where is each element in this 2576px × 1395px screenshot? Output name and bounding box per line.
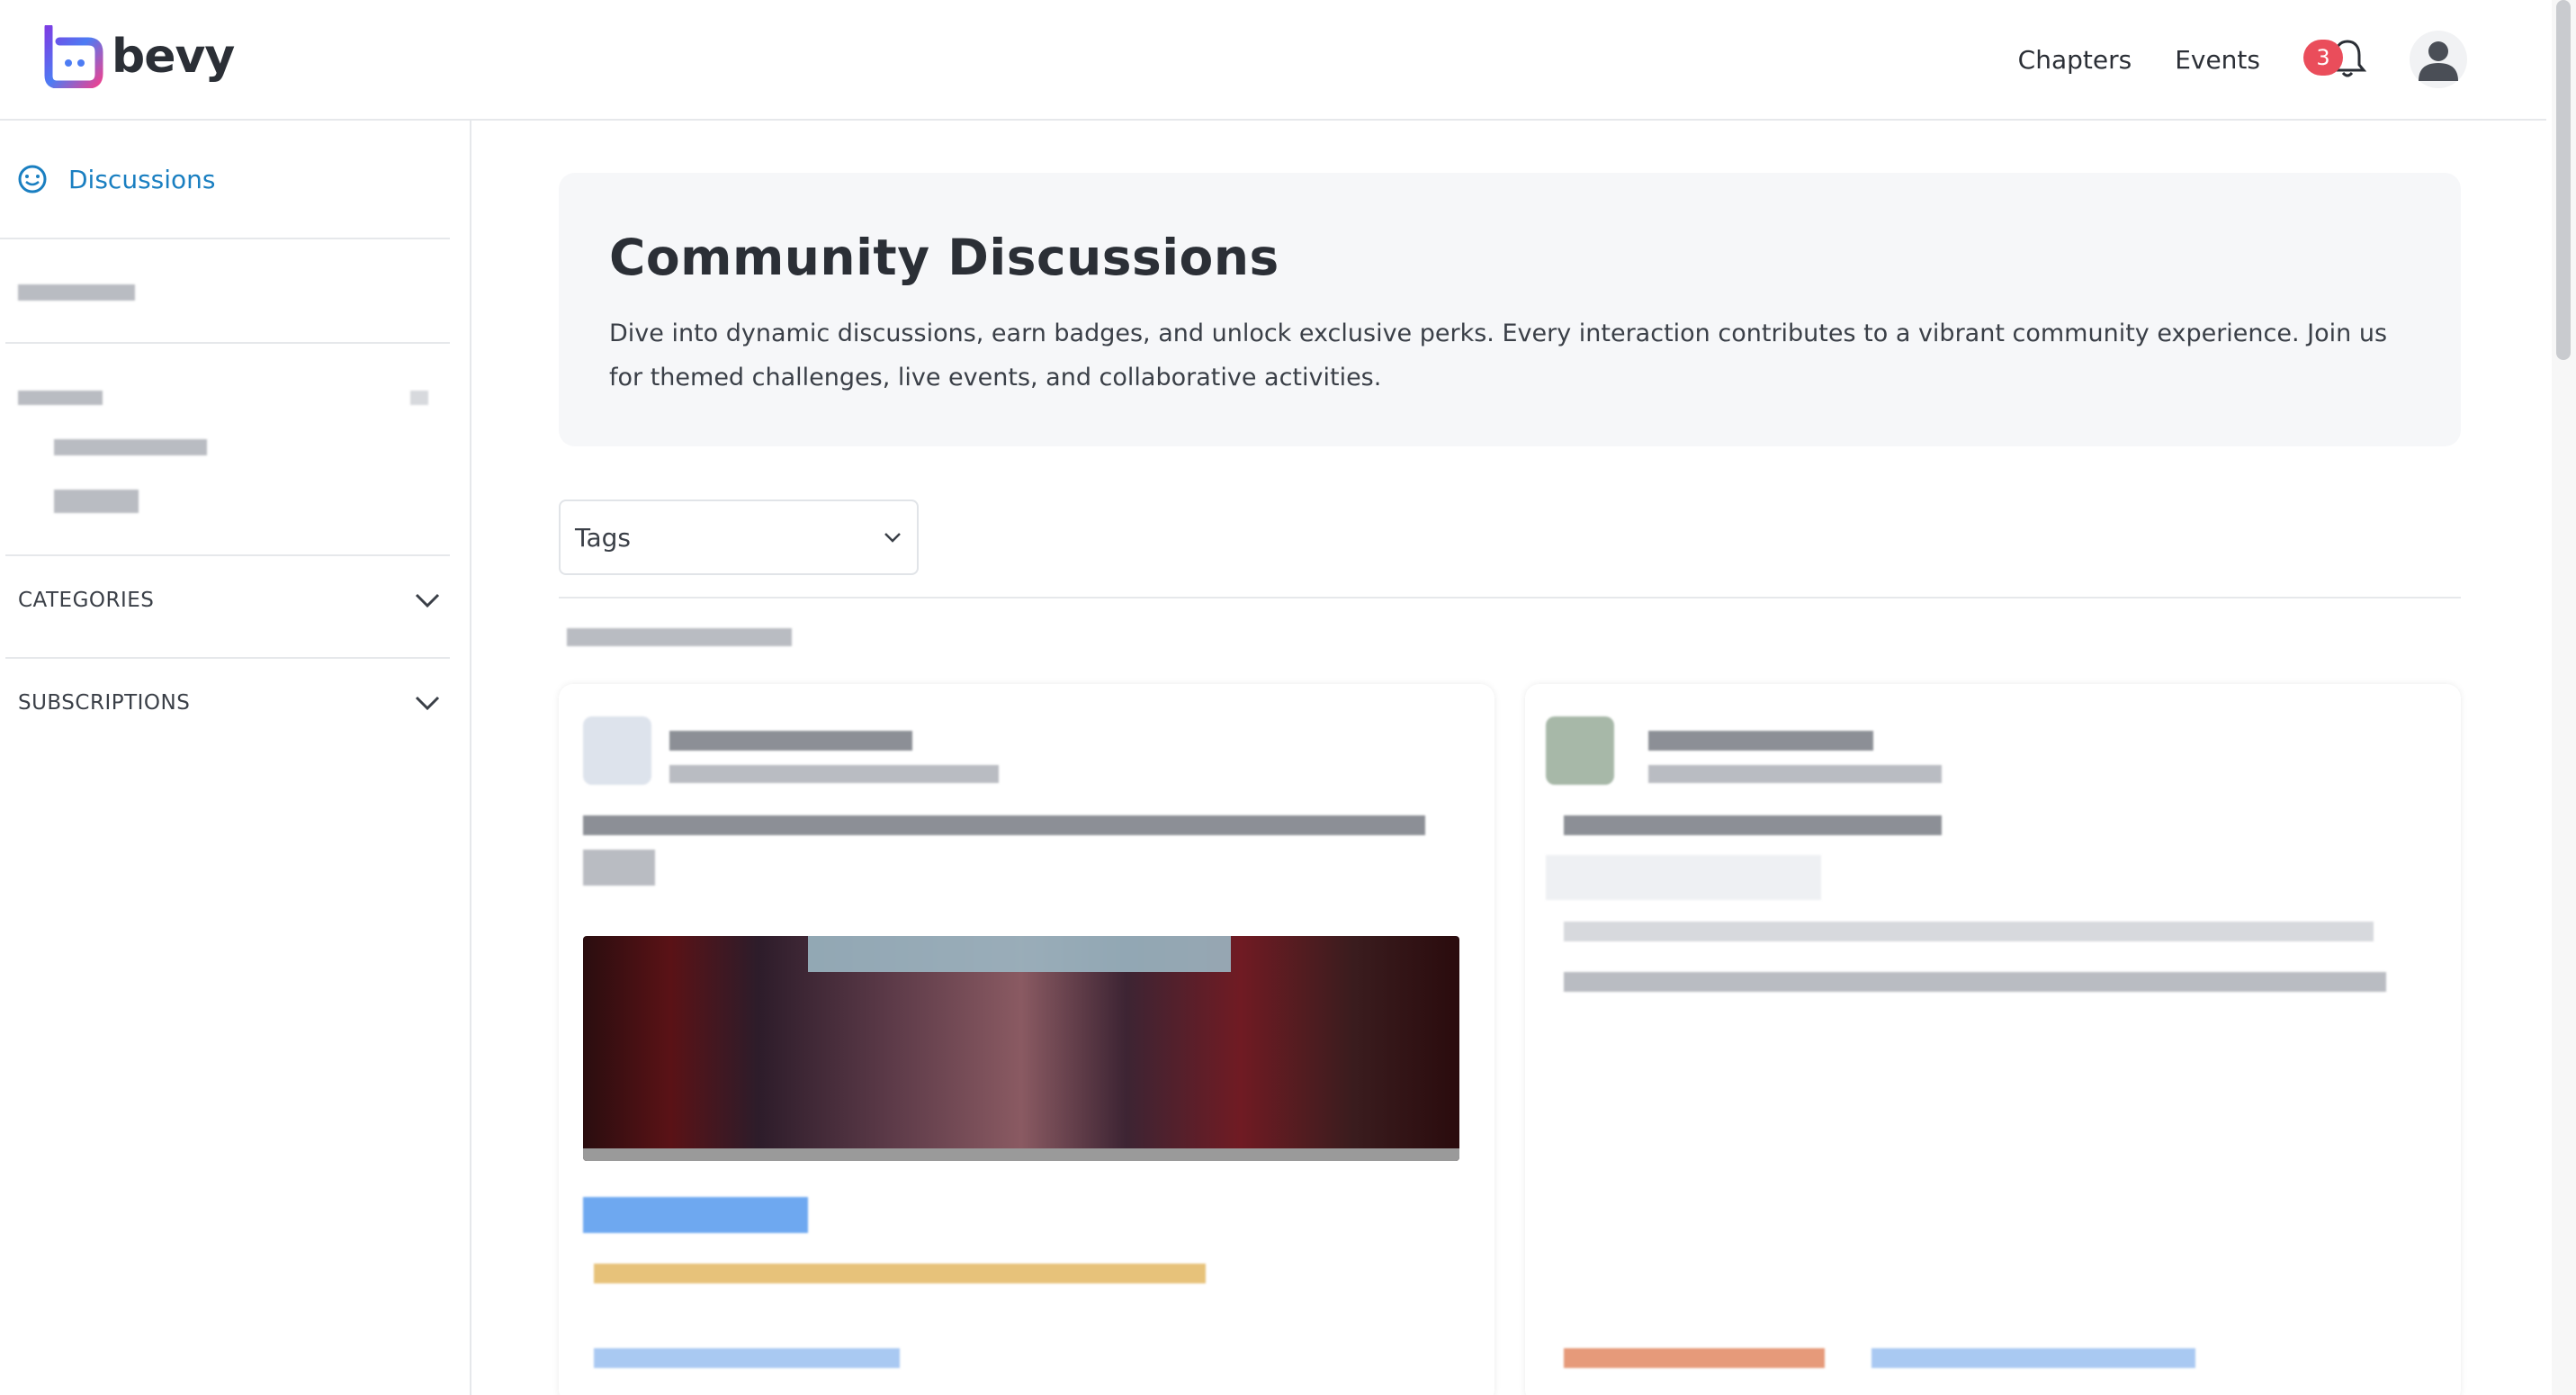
tags-dropdown-label: Tags <box>575 522 631 553</box>
sidebar-divider <box>5 657 450 659</box>
hero-description: Dive into dynamic discussions, earn badg… <box>609 320 2388 392</box>
redacted-post-text <box>1564 922 2374 941</box>
nav-events-link[interactable]: Events <box>2175 45 2260 75</box>
bevy-logo[interactable]: bevy <box>41 25 235 88</box>
redacted-sidebar-item <box>410 391 428 405</box>
sidebar-divider <box>5 554 450 556</box>
nav-chapters-link[interactable]: Chapters <box>2018 45 2132 75</box>
redacted-reaction-row <box>1564 1348 1825 1368</box>
redacted-sidebar-item <box>18 284 135 301</box>
redacted-post-text <box>1564 972 2386 992</box>
notification-count-badge: 3 <box>2303 40 2343 76</box>
post-image[interactable] <box>583 936 1459 1161</box>
sidebar-section-categories[interactable]: CATEGORIES <box>18 589 441 612</box>
left-sidebar: Discussions CATEGORIES SUBSCRIPTIONS <box>0 121 471 1395</box>
sidebar-item-discussions[interactable]: Discussions <box>0 121 450 239</box>
redacted-post-text <box>583 850 655 886</box>
sidebar-divider <box>5 342 450 344</box>
main-divider <box>559 597 2461 598</box>
redacted-author-avatar <box>1546 716 1614 785</box>
tags-dropdown[interactable]: Tags <box>559 500 919 575</box>
redacted-post-link[interactable] <box>583 1197 808 1233</box>
top-header: bevy Chapters Events 3 <box>0 0 2546 121</box>
sidebar-item-label: Discussions <box>68 164 216 194</box>
section-label: SUBSCRIPTIONS <box>18 691 191 715</box>
redacted-reaction-row <box>594 1264 1206 1283</box>
chevron-down-icon[interactable] <box>414 591 441 609</box>
post-image-bar <box>583 1148 1459 1161</box>
user-icon <box>2419 41 2458 81</box>
redacted-post-text <box>583 815 1425 835</box>
chevron-down-icon[interactable] <box>414 694 441 712</box>
section-label: CATEGORIES <box>18 589 155 612</box>
post-image-region <box>808 936 1231 972</box>
post-card[interactable] <box>1525 684 2461 1395</box>
redacted-feed-label <box>567 628 792 646</box>
bevy-logo-icon <box>44 25 103 88</box>
chevron-down-icon <box>884 533 901 543</box>
notifications-button[interactable]: 3 <box>2303 31 2370 88</box>
redacted-author-name <box>669 731 912 751</box>
discussion-icon <box>18 165 47 194</box>
user-avatar[interactable] <box>2410 31 2467 88</box>
redacted-sidebar-item <box>54 439 207 455</box>
redacted-post-actions[interactable] <box>1871 1348 2195 1368</box>
page-title: Community Discussions <box>609 229 1279 286</box>
sidebar-section-subscriptions[interactable]: SUBSCRIPTIONS <box>18 691 441 715</box>
redacted-post-tag <box>1546 855 1821 900</box>
redacted-post-actions[interactable] <box>594 1348 900 1368</box>
redacted-author-avatar <box>583 716 651 785</box>
redacted-post-text <box>1564 815 1942 835</box>
redacted-sidebar-item <box>54 490 139 513</box>
top-nav: Chapters Events 3 <box>2018 31 2467 88</box>
redacted-author-name <box>1648 731 1873 751</box>
page-scrollbar-thumb[interactable] <box>2556 0 2571 360</box>
logo-text: bevy <box>112 30 235 84</box>
redacted-sidebar-item <box>18 391 103 405</box>
community-hero-banner: Community Discussions Dive into dynamic … <box>559 173 2461 446</box>
redacted-post-meta <box>1648 765 1942 783</box>
redacted-post-meta <box>669 765 999 783</box>
